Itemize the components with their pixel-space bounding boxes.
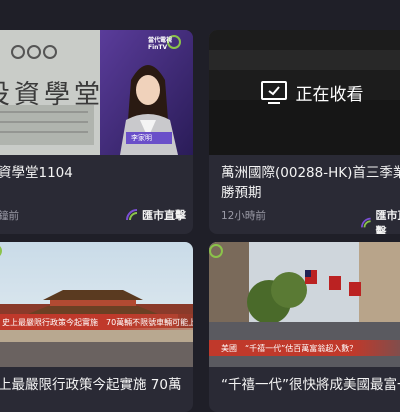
video-caption-strip: 美國 “千禧一代”估百萬富翁超入數？ — [209, 340, 400, 356]
brand-logo-icon — [126, 209, 138, 221]
video-card-2[interactable]: 正在收看 萬洲國際(00288-HK)首三季業績 勝預期 12小時前 匯市直擊 — [209, 30, 400, 234]
video-card-1[interactable]: 投資學堂 李家明 當代電視 FinTV 資學堂1104 鐘前 匯市直擊 — [0, 30, 193, 234]
presenter-name: 李家明 — [131, 134, 152, 142]
channel-brand[interactable]: 匯市直擊 — [126, 207, 186, 223]
now-watching-overlay: 正在收看 — [209, 30, 400, 155]
channel-badge: 當代電視 FinTV — [148, 37, 173, 51]
video-card-4[interactable]: 美國 “千禧一代”估百萬富翁超入數？ “千禧一代”很快將成美國最富一 — [209, 242, 400, 412]
video-caption-strip: 史上最嚴限行政策今起實施 70萬輛不限號車輛可能上路 — [0, 314, 193, 330]
now-watching-label: 正在收看 — [295, 85, 364, 105]
video-thumbnail[interactable]: 美國 “千禧一代”估百萬富翁超入數？ — [209, 242, 400, 367]
video-title[interactable]: “千禧一代”很快將成美國最富一 — [221, 375, 400, 395]
video-thumbnail[interactable]: 投資學堂 李家明 當代電視 FinTV — [0, 30, 193, 155]
video-thumbnail[interactable]: 正在收看 — [209, 30, 400, 155]
brand-logo-icon — [361, 217, 371, 228]
video-card-3[interactable]: 史上最嚴限行政策今起實施 70萬輛不限號車輛可能上路 上最嚴限行政策今起實施 7… — [0, 242, 193, 412]
thumbnail-image — [0, 242, 193, 367]
tv-check-icon — [260, 80, 287, 104]
channel-brand[interactable]: 匯市直擊 — [361, 207, 400, 234]
video-title[interactable]: 上最嚴限行政策今起實施 70萬 — [0, 375, 193, 395]
video-time: 鐘前 — [0, 210, 19, 222]
video-time: 12小時前 — [221, 210, 266, 222]
video-title[interactable]: 萬洲國際(00288-HK)首三季業績 勝預期 — [221, 163, 400, 203]
video-title[interactable]: 資學堂1104 — [0, 163, 188, 183]
video-thumbnail[interactable]: 史上最嚴限行政策今起實施 70萬輛不限號車輛可能上路 — [0, 242, 193, 367]
thumbnail-title-text: 投資學堂 — [0, 80, 105, 110]
